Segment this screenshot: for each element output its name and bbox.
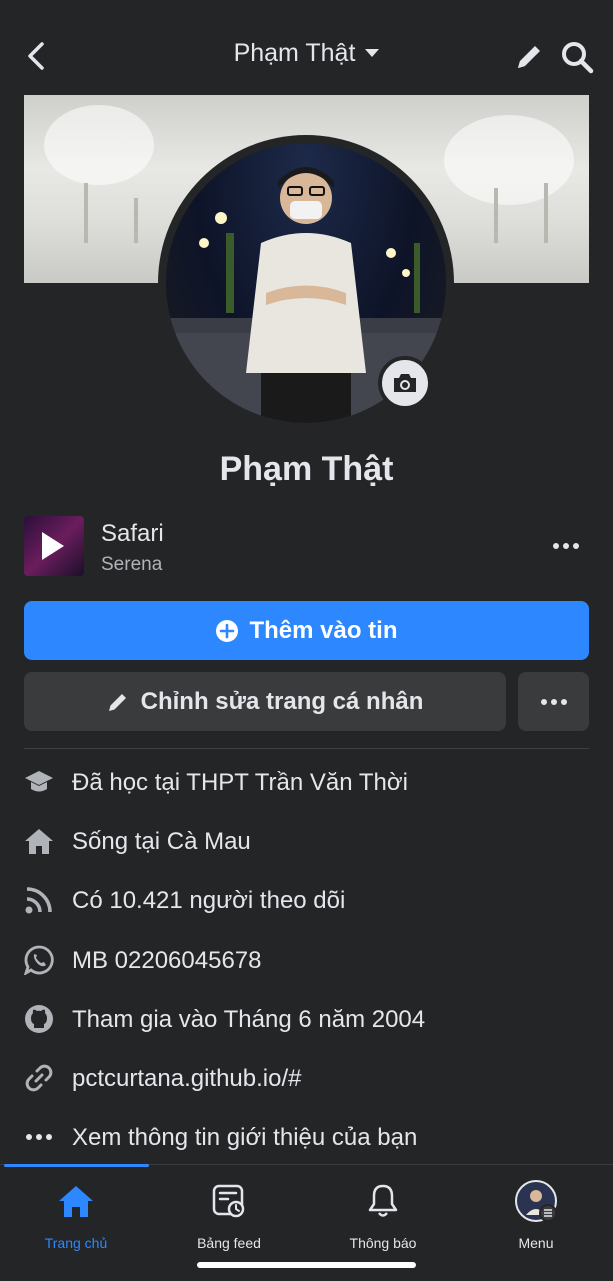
- tab-label: Thông báo: [349, 1235, 417, 1251]
- profile-name: Phạm Thật: [219, 450, 394, 488]
- pencil-icon: [518, 46, 540, 68]
- feed-icon: [207, 1179, 251, 1223]
- info-item-education[interactable]: Đã học tại THPT Trần Văn Thời: [24, 763, 589, 803]
- info-item-followers[interactable]: Có 10.421 người theo dõi: [24, 881, 589, 921]
- top-navigation-bar: Phạm Thật: [0, 0, 613, 95]
- play-icon: [42, 532, 64, 560]
- tab-feed[interactable]: Bảng feed: [154, 1179, 304, 1259]
- edit-profile-button[interactable]: Chỉnh sửa trang cá nhân: [24, 672, 506, 731]
- pencil-icon: [108, 693, 126, 711]
- info-item-website[interactable]: pctcurtana.github.io/#: [24, 1059, 589, 1099]
- whatsapp-icon: [24, 945, 54, 975]
- info-item-phone[interactable]: MB 02206045678: [24, 941, 589, 981]
- cover-tree: [84, 183, 88, 243]
- search-icon: [562, 42, 594, 74]
- caret-down-icon: [365, 49, 380, 58]
- more-dots-icon: [553, 543, 559, 549]
- camera-icon: [394, 374, 416, 392]
- plus-circle-icon: [216, 619, 239, 642]
- more-dots-icon: [540, 698, 547, 705]
- music-more-button[interactable]: [549, 534, 583, 558]
- tab-home[interactable]: Trang chủ: [1, 1179, 151, 1259]
- add-to-story-label: Thêm vào tin: [249, 616, 398, 644]
- more-dots-icon: [24, 1122, 54, 1152]
- cover-tree: [134, 198, 138, 243]
- info-text: Đã học tại THPT Trần Văn Thời: [72, 769, 408, 796]
- info-text: Có 10.421 người theo dõi: [72, 887, 346, 914]
- cover-light-blob: [44, 105, 154, 185]
- dot: [563, 543, 569, 549]
- dot: [573, 543, 579, 549]
- tab-menu[interactable]: Menu: [461, 1179, 611, 1259]
- tab-label: Trang chủ: [44, 1235, 108, 1251]
- info-item-location[interactable]: Sống tại Cà Mau: [24, 822, 589, 862]
- graduation-cap-icon: [24, 767, 54, 797]
- info-text: Tham gia vào Tháng 6 năm 2004: [72, 1006, 426, 1033]
- info-text: Sống tại Cà Mau: [72, 828, 251, 855]
- home-icon: [24, 826, 54, 856]
- search-button[interactable]: [560, 40, 594, 74]
- cover-light-blob: [444, 115, 574, 205]
- home-icon: [54, 1179, 98, 1223]
- info-item-joined[interactable]: Tham gia vào Tháng 6 năm 2004: [24, 1000, 589, 1040]
- change-avatar-button[interactable]: [378, 356, 432, 410]
- bell-icon: [361, 1179, 405, 1223]
- info-text: MB 02206045678: [72, 947, 262, 974]
- edit-button[interactable]: [512, 40, 546, 74]
- header-title: Phạm Thật: [233, 38, 356, 67]
- info-text: pctcurtana.github.io/#: [72, 1065, 302, 1092]
- music-artist: Serena: [101, 554, 163, 575]
- dot: [550, 698, 557, 705]
- profile-more-button[interactable]: [518, 672, 589, 731]
- tab-label: Bảng feed: [197, 1235, 261, 1251]
- tab-notifications[interactable]: Thông báo: [308, 1179, 458, 1259]
- rss-icon: [24, 885, 54, 915]
- cover-tree: [544, 183, 548, 243]
- active-tab-indicator: [4, 1164, 149, 1167]
- github-icon: [24, 1004, 54, 1034]
- cover-tree: [494, 188, 498, 243]
- divider: [24, 748, 589, 749]
- info-item-see-about[interactable]: Xem thông tin giới thiệu của bạn: [24, 1118, 589, 1158]
- add-to-story-button[interactable]: Thêm vào tin: [24, 601, 589, 660]
- profile-music[interactable]: Safari Serena: [24, 516, 589, 578]
- music-cover-art[interactable]: [24, 516, 84, 576]
- music-song-title: Safari: [101, 520, 164, 547]
- link-icon: [24, 1063, 54, 1093]
- tab-label: Menu: [518, 1235, 554, 1251]
- edit-profile-label: Chỉnh sửa trang cá nhân: [140, 687, 424, 715]
- info-text: Xem thông tin giới thiệu của bạn: [72, 1124, 418, 1151]
- dot: [560, 698, 567, 705]
- menu-avatar: [514, 1179, 558, 1223]
- home-indicator: [197, 1262, 416, 1268]
